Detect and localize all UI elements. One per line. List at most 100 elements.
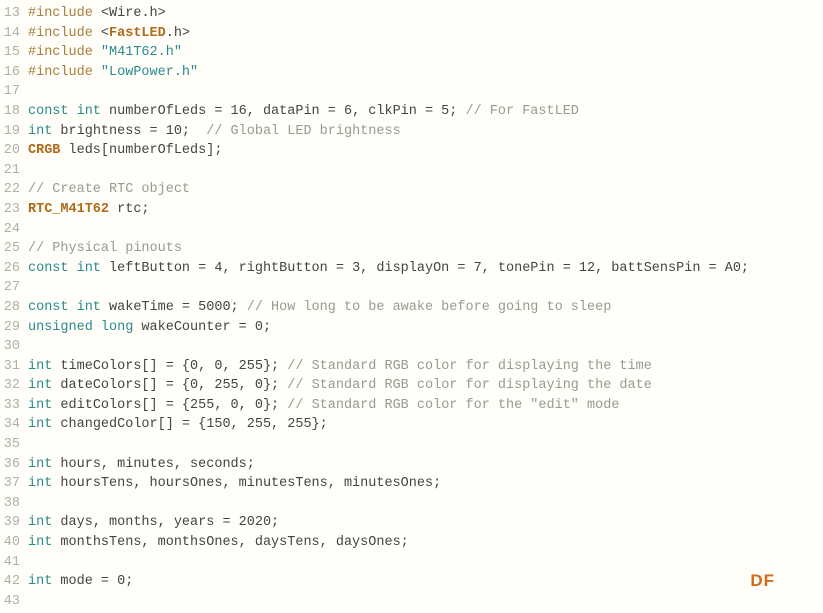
code-content: #include "LowPower.h" [28,63,823,83]
token: const int [28,261,101,276]
line-number: 16 [0,63,28,83]
code-line: 39int days, months, years = 2020; [0,513,823,533]
line-number: 26 [0,259,28,279]
token: int [28,124,52,139]
code-line: 15#include "M41T62.h" [0,43,823,63]
line-number: 30 [0,337,28,357]
code-line: 26const int leftButton = 4, rightButton … [0,259,823,279]
token: h [150,6,158,21]
line-number: 40 [0,533,28,553]
code-content: #include <FastLED.h> [28,24,823,44]
token: Wire [109,6,141,21]
line-number: 41 [0,553,28,573]
token: RTC_M41T62 [28,202,109,217]
code-content: int timeColors[] = {0, 0, 255}; // Stand… [28,357,823,377]
code-line: 37int hoursTens, hoursOnes, minutesTens,… [0,474,823,494]
code-line: 31int timeColors[] = {0, 0, 255}; // Sta… [0,357,823,377]
code-content: #include <Wire.h> [28,4,823,24]
code-content [28,82,823,102]
code-content: int hours, minutes, seconds; [28,455,823,475]
code-line: 28const int wakeTime = 5000; // How long… [0,298,823,318]
token: #include [28,26,101,41]
token: hours, minutes, seconds; [52,457,255,472]
line-number: 25 [0,239,28,259]
code-line: 36int hours, minutes, seconds; [0,455,823,475]
code-line: 21 [0,161,823,181]
code-line: 40int monthsTens, monthsOnes, daysTens, … [0,533,823,553]
code-content: int editColors[] = {255, 0, 0}; // Stand… [28,396,823,416]
code-editor: 13#include <Wire.h>14#include <FastLED.h… [0,4,823,611]
token: leds[numberOfLeds]; [60,143,222,158]
line-number: 42 [0,572,28,592]
token: #include [28,45,101,60]
code-content [28,161,823,181]
token: int [28,515,52,530]
token: // Global LED brightness [206,124,400,139]
token: mode = 0; [52,574,133,589]
line-number: 22 [0,180,28,200]
token: // Standard RGB color for displaying the… [287,359,652,374]
line-number: 27 [0,278,28,298]
line-number: 31 [0,357,28,377]
line-number: 20 [0,141,28,161]
line-number: 34 [0,415,28,435]
line-number: 23 [0,200,28,220]
line-number: 15 [0,43,28,63]
token: const int [28,104,101,119]
line-number: 17 [0,82,28,102]
code-content [28,220,823,240]
code-content: int dateColors[] = {0, 255, 0}; // Stand… [28,376,823,396]
code-content: int monthsTens, monthsOnes, daysTens, da… [28,533,823,553]
token: < [101,26,109,41]
token: h [174,26,182,41]
code-line: 23RTC_M41T62 rtc; [0,200,823,220]
token: const int [28,300,101,315]
token: leftButton = 4, rightButton = 3, display… [101,261,749,276]
code-content: const int leftButton = 4, rightButton = … [28,259,823,279]
token: // Physical pinouts [28,241,182,256]
token: CRGB [28,143,60,158]
code-content [28,337,823,357]
token: dateColors[] = {0, 255, 0}; [52,378,287,393]
token: monthsTens, monthsOnes, daysTens, daysOn… [52,535,408,550]
token: timeColors[] = {0, 0, 255}; [52,359,287,374]
token: // How long to be awake before going to … [247,300,612,315]
line-number: 39 [0,513,28,533]
token: int [28,398,52,413]
token: int [28,476,52,491]
code-content: int mode = 0; [28,572,823,592]
code-content: // Physical pinouts [28,239,823,259]
line-number: 33 [0,396,28,416]
line-number: 28 [0,298,28,318]
code-content: int days, months, years = 2020; [28,513,823,533]
code-line: 43 [0,592,823,612]
code-line: 17 [0,82,823,102]
code-line: 34int changedColor[] = {150, 255, 255}; [0,415,823,435]
code-line: 13#include <Wire.h> [0,4,823,24]
line-number: 32 [0,376,28,396]
token: editColors[] = {255, 0, 0}; [52,398,287,413]
token: FastLED [109,26,166,41]
code-content [28,494,823,514]
line-number: 21 [0,161,28,181]
line-number: 36 [0,455,28,475]
token: wakeCounter = 0; [133,320,271,335]
code-content [28,278,823,298]
token: // Standard RGB color for displaying the… [287,378,652,393]
line-number: 24 [0,220,28,240]
line-number: 14 [0,24,28,44]
code-line: 20CRGB leds[numberOfLeds]; [0,141,823,161]
code-content: unsigned long wakeCounter = 0; [28,318,823,338]
code-content: int hoursTens, hoursOnes, minutesTens, m… [28,474,823,494]
code-content: #include "M41T62.h" [28,43,823,63]
token: int [28,457,52,472]
token: "M41T62.h" [101,45,182,60]
code-line: 32int dateColors[] = {0, 255, 0}; // Sta… [0,376,823,396]
code-line: 25// Physical pinouts [0,239,823,259]
code-line: 22// Create RTC object [0,180,823,200]
token: int [28,574,52,589]
token: days, months, years = 2020; [52,515,279,530]
token: unsigned long [28,320,133,335]
line-number: 43 [0,592,28,612]
line-number: 38 [0,494,28,514]
